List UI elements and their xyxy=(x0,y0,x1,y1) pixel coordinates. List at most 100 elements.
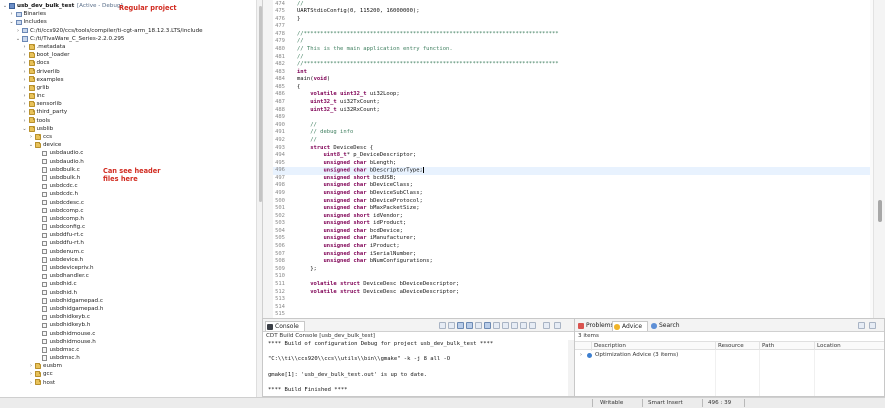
code-line[interactable]: 492 // xyxy=(273,137,871,145)
tree-folder-item[interactable]: ⌄ device xyxy=(0,141,256,149)
code-line[interactable]: 500 unsigned char bDeviceProtocol; xyxy=(273,198,871,206)
tree-folder-item[interactable]: ⌄ usblib xyxy=(0,125,256,133)
tree-file-item[interactable]: usbdmsc.h xyxy=(0,354,256,362)
next-error-icon[interactable] xyxy=(520,322,527,329)
tree-folder-item[interactable]: › grlib xyxy=(0,84,256,92)
tree-file-item[interactable]: usbdaudio.h xyxy=(0,158,256,166)
tree-folder-item[interactable]: › driverlib xyxy=(0,68,256,76)
code-line[interactable]: 483 int xyxy=(273,69,871,77)
tree-folder-item[interactable]: › third_party xyxy=(0,108,256,116)
code-line[interactable]: 474 // xyxy=(273,1,871,9)
code-line[interactable]: 510 xyxy=(273,273,871,281)
tree-file-item[interactable]: usbddfu-rt.h xyxy=(0,239,256,247)
code-line[interactable]: 505 unsigned char iManufacturer; xyxy=(273,235,871,243)
column-path[interactable]: Path xyxy=(759,342,814,351)
tree-folder-item[interactable]: › boot_loader xyxy=(0,51,256,59)
code-line[interactable]: 479 // xyxy=(273,38,871,46)
status-insert-mode[interactable]: Smart Insert xyxy=(648,399,683,408)
tree-file-item[interactable]: usbdhidgamepad.c xyxy=(0,297,256,305)
select-console-icon[interactable] xyxy=(529,322,536,329)
chevron-right-icon[interactable]: › xyxy=(28,379,34,387)
code-line[interactable]: 493 struct DeviceDesc { xyxy=(273,145,871,153)
tree-file-item[interactable]: usbdevice.h xyxy=(0,256,256,264)
minimize-icon[interactable] xyxy=(858,322,865,329)
chevron-down-icon[interactable]: ⌄ xyxy=(28,141,34,149)
chevron-right-icon[interactable]: › xyxy=(22,84,28,92)
tree-file-item[interactable]: usbdhidmouse.h xyxy=(0,338,256,346)
tree-folder-item[interactable]: › examples xyxy=(0,76,256,84)
chevron-down-icon[interactable]: ⌄ xyxy=(9,18,15,26)
code-line[interactable]: 499 unsigned char bDeviceSubClass; xyxy=(273,190,871,198)
code-line[interactable]: 513 xyxy=(273,296,871,304)
code-line[interactable]: 502 unsigned short idVendor; xyxy=(273,213,871,221)
chevron-right-icon[interactable]: › xyxy=(22,51,28,59)
tree-file-item[interactable]: usbdenum.c xyxy=(0,248,256,256)
column-location[interactable]: Location xyxy=(814,342,884,351)
code-line[interactable]: 514 xyxy=(273,304,871,312)
new-console-icon[interactable] xyxy=(493,322,500,329)
chevron-right-icon[interactable]: › xyxy=(28,133,34,141)
code-line[interactable]: 484 main(void) xyxy=(273,76,871,84)
code-editor[interactable]: 474 // 475 UARTStdioConfig(0, 115200, 16000… xyxy=(262,0,885,318)
word-wrap-icon[interactable] xyxy=(466,322,473,329)
tab-console[interactable]: Console xyxy=(265,321,305,331)
editor-scroll-thumb[interactable] xyxy=(878,200,882,222)
chevron-down-icon[interactable]: ⌄ xyxy=(15,35,21,43)
minimize-icon[interactable] xyxy=(543,322,550,329)
tree-file-item[interactable]: usbdhandler.c xyxy=(0,272,256,280)
scroll-lock-icon[interactable] xyxy=(448,322,455,329)
tree-folder-item[interactable]: › .metadata xyxy=(0,43,256,51)
tree-file-item[interactable]: usbdhid.c xyxy=(0,280,256,288)
code-line[interactable]: 475 UARTStdioConfig(0, 115200, 16000000); xyxy=(273,8,871,16)
tree-file-item[interactable]: usbdhid.h xyxy=(0,289,256,297)
tree-file-item[interactable]: usbdcdesc.c xyxy=(0,199,256,207)
code-line[interactable]: 494 uint8_t* p_DeviceDescriptor; xyxy=(273,152,871,160)
code-line[interactable]: 508 unsigned char bNumConfigurations; xyxy=(273,258,871,266)
code-line[interactable]: 485 { xyxy=(273,84,871,92)
pin-console-icon[interactable] xyxy=(457,322,464,329)
tree-folder-item[interactable]: › gcc xyxy=(0,370,256,378)
code-line[interactable]: 482 //***********************************… xyxy=(273,61,871,69)
chevron-right-icon[interactable]: › xyxy=(22,108,28,116)
tree-file-item[interactable]: usbdhidgamepad.h xyxy=(0,305,256,313)
tree-file-item[interactable]: usbdmsc.c xyxy=(0,346,256,354)
code-line[interactable]: 512 volatile struct DeviceDesc aDeviceDe… xyxy=(273,289,871,297)
tree-folder-item[interactable]: › docs xyxy=(0,59,256,67)
display-console-icon[interactable] xyxy=(475,322,482,329)
tree-file-item[interactable]: usbdcomp.h xyxy=(0,215,256,223)
code-line[interactable]: 477 xyxy=(273,23,871,31)
code-line[interactable]: 487 uint32_t ui32TxCount; xyxy=(273,99,871,107)
editor-scrollbar[interactable] xyxy=(873,0,885,318)
code-line[interactable]: 509 }; xyxy=(273,266,871,274)
tree-file-item[interactable]: usbddfu-rt.c xyxy=(0,231,256,239)
tree-file-item[interactable]: usbdevicepriv.h xyxy=(0,264,256,272)
code-line[interactable]: 481 // xyxy=(273,54,871,62)
code-line[interactable]: 504 unsigned char bcdDevice; xyxy=(273,228,871,236)
chevron-right-icon[interactable]: › xyxy=(22,68,28,76)
tree-file-item[interactable]: usbdhidkeyb.c xyxy=(0,313,256,321)
code-line[interactable]: 515 xyxy=(273,311,871,318)
tree-file-item[interactable]: usbdhidkeyb.h xyxy=(0,321,256,329)
code-line[interactable]: 507 unsigned char iSerialNumber; xyxy=(273,251,871,259)
code-line[interactable]: 511 volatile struct DeviceDesc bDeviceDe… xyxy=(273,281,871,289)
code-line[interactable]: 486 volatile uint32_t ui32Loop; xyxy=(273,91,871,99)
chevron-right-icon[interactable]: › xyxy=(28,362,34,370)
chevron-right-icon[interactable]: › xyxy=(580,351,582,359)
tree-folder-item[interactable]: › tools xyxy=(0,117,256,125)
code-line[interactable]: 503 unsigned short idProduct; xyxy=(273,220,871,228)
tree-folder-item[interactable]: › C:/ti/ccs920/ccs/tools/compiler/ti-cgt-… xyxy=(0,27,256,35)
maximize-icon[interactable] xyxy=(554,322,561,329)
tree-file-item[interactable]: usbdconfig.c xyxy=(0,223,256,231)
code-line[interactable]: 489 xyxy=(273,114,871,122)
code-line[interactable]: 501 unsigned char bMaxPacketSize; xyxy=(273,205,871,213)
chevron-right-icon[interactable]: › xyxy=(22,43,28,51)
tab-search[interactable]: Search xyxy=(650,321,680,331)
console-scrollbar[interactable] xyxy=(568,340,574,396)
tree-folder-item[interactable]: › eusbm xyxy=(0,362,256,370)
code-line[interactable]: 478 //***********************************… xyxy=(273,31,871,39)
code-line[interactable]: 498 unsigned char bDeviceClass; xyxy=(273,182,871,190)
chevron-right-icon[interactable]: › xyxy=(22,117,28,125)
chevron-right-icon[interactable]: › xyxy=(9,10,15,18)
clear-console-icon[interactable] xyxy=(439,322,446,329)
tree-folder-item[interactable]: ⌄ Includes xyxy=(0,18,256,26)
